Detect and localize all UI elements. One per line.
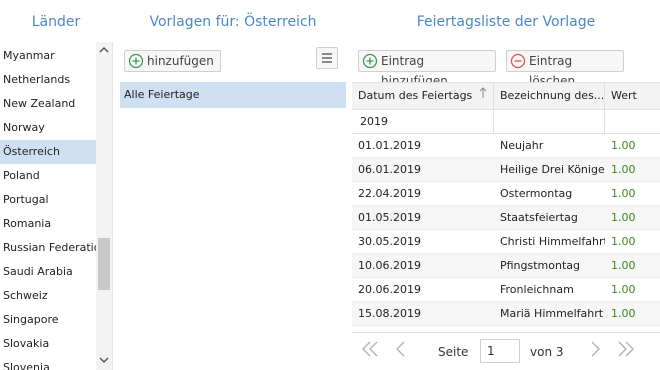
table-row[interactable]: 15.08.2019 Mariä Himmelfahrt 1.00 xyxy=(352,302,660,326)
page-number-input[interactable]: 1 xyxy=(480,339,520,363)
menu-icon xyxy=(317,53,337,71)
plus-circle-icon xyxy=(128,53,144,69)
cell-date: 30.05.2019 xyxy=(358,235,421,248)
add-entry-button[interactable]: Eintrag hinzufügen xyxy=(358,50,496,88)
cell-date: 20.06.2019 xyxy=(358,283,421,296)
cell-name: Neujahr xyxy=(500,139,544,152)
cell-date: 15.08.2019 xyxy=(358,307,421,320)
name-filter-input[interactable] xyxy=(494,110,605,133)
templates-menu-button[interactable] xyxy=(316,47,338,69)
scroll-up-icon[interactable] xyxy=(96,44,112,57)
cell-value: 1.00 xyxy=(611,187,636,200)
holidays-panel: Eintrag hinzufügen Eintrag löschen Datum… xyxy=(352,42,660,370)
cell-value: 1.00 xyxy=(611,139,636,152)
cell-date: 06.01.2019 xyxy=(358,163,421,176)
pager: Seite 1 von 3 xyxy=(352,332,660,370)
countries-scrollbar[interactable] xyxy=(96,42,112,370)
countries-list[interactable]: Myanmar Netherlands New Zealand Norway Ö… xyxy=(0,42,113,370)
column-date-label: Datum des Feiertags xyxy=(358,89,473,102)
cell-value: 1.00 xyxy=(611,259,636,272)
minus-circle-icon xyxy=(510,53,526,69)
cell-name: Fronleichnam xyxy=(500,283,574,296)
table-row[interactable]: 20.06.2019 Fronleichnam 1.00 xyxy=(352,278,660,302)
cell-name: Pfingstmontag xyxy=(500,259,581,272)
country-item[interactable]: Myanmar xyxy=(0,44,96,68)
templates-panel: hinzufügen Alle Feiertage xyxy=(120,42,346,370)
sort-arrow-icon xyxy=(479,83,487,109)
table-row[interactable]: 10.06.2019 Pfingstmontag 1.00 xyxy=(352,254,660,278)
page-count-label: von 3 xyxy=(530,345,564,359)
country-item[interactable]: Russian Federation xyxy=(0,236,96,260)
table-row[interactable]: 30.05.2019 Christi Himmelfahrt 1.00 xyxy=(352,230,660,254)
scroll-down-icon[interactable] xyxy=(96,354,112,367)
country-item[interactable]: Romania xyxy=(0,212,96,236)
table-row[interactable]: 01.05.2019 Staatsfeiertag 1.00 xyxy=(352,206,660,230)
country-item[interactable]: Poland xyxy=(0,164,96,188)
column-header-date[interactable]: Datum des Feiertags xyxy=(352,83,494,109)
cell-name: Mariä Himmelfahrt xyxy=(500,307,604,320)
plus-circle-icon xyxy=(362,53,378,69)
cell-value: 1.00 xyxy=(611,307,636,320)
template-item[interactable]: Alle Feiertage xyxy=(120,82,346,108)
table-row[interactable]: 22.04.2019 Ostermontag 1.00 xyxy=(352,182,660,206)
country-item[interactable]: Portugal xyxy=(0,188,96,212)
scroll-thumb[interactable] xyxy=(98,238,110,290)
add-template-button[interactable]: hinzufügen xyxy=(124,50,221,72)
prev-page-icon[interactable] xyxy=(394,339,408,364)
cell-value: 1.00 xyxy=(611,163,636,176)
cell-name: Christi Himmelfahrt xyxy=(500,235,605,248)
templates-header: Vorlagen für: Österreich xyxy=(149,14,317,30)
cell-name: Staatsfeiertag xyxy=(500,211,578,224)
cell-date: 01.01.2019 xyxy=(358,139,421,152)
add-template-label: hinzufügen xyxy=(147,54,214,68)
holidays-header: Feiertagsliste der Vorlage xyxy=(416,14,596,30)
country-item-selected[interactable]: Österreich xyxy=(0,140,96,164)
country-item[interactable]: Schweiz xyxy=(0,284,96,308)
page-label: Seite xyxy=(438,345,469,359)
table-row[interactable]: 06.01.2019 Heilige Drei Könige 1.00 xyxy=(352,158,660,182)
countries-header: Länder xyxy=(31,14,81,30)
cell-name: Ostermontag xyxy=(500,187,573,200)
table-row[interactable]: 01.01.2019 Neujahr 1.00 xyxy=(352,134,660,158)
cell-date: 01.05.2019 xyxy=(358,211,421,224)
first-page-icon[interactable] xyxy=(360,339,380,364)
cell-date: 10.06.2019 xyxy=(358,259,421,272)
column-header-name[interactable]: Bezeichnung des... xyxy=(494,83,605,109)
country-item[interactable]: Norway xyxy=(0,116,96,140)
country-item[interactable]: Slovakia xyxy=(0,332,96,356)
date-filter-input[interactable]: 2019 xyxy=(352,110,494,133)
value-filter-input[interactable] xyxy=(605,110,660,133)
cell-name: Heilige Drei Könige xyxy=(500,163,605,176)
filter-row: 2019 xyxy=(352,110,660,134)
last-page-icon[interactable] xyxy=(616,339,636,364)
column-header-value[interactable]: Wert xyxy=(605,83,660,109)
next-page-icon[interactable] xyxy=(588,339,602,364)
delete-entry-button[interactable]: Eintrag löschen xyxy=(506,50,624,88)
grid-header: Datum des Feiertags Bezeichnung des... W… xyxy=(352,82,660,110)
cell-value: 1.00 xyxy=(611,235,636,248)
country-item[interactable]: Saudi Arabia xyxy=(0,260,96,284)
country-item[interactable]: Netherlands xyxy=(0,68,96,92)
country-item[interactable]: New Zealand xyxy=(0,92,96,116)
country-item[interactable]: Singapore xyxy=(0,308,96,332)
cell-value: 1.00 xyxy=(611,211,636,224)
cell-date: 22.04.2019 xyxy=(358,187,421,200)
cell-value: 1.00 xyxy=(611,283,636,296)
country-item[interactable]: Slovenia xyxy=(0,356,96,370)
